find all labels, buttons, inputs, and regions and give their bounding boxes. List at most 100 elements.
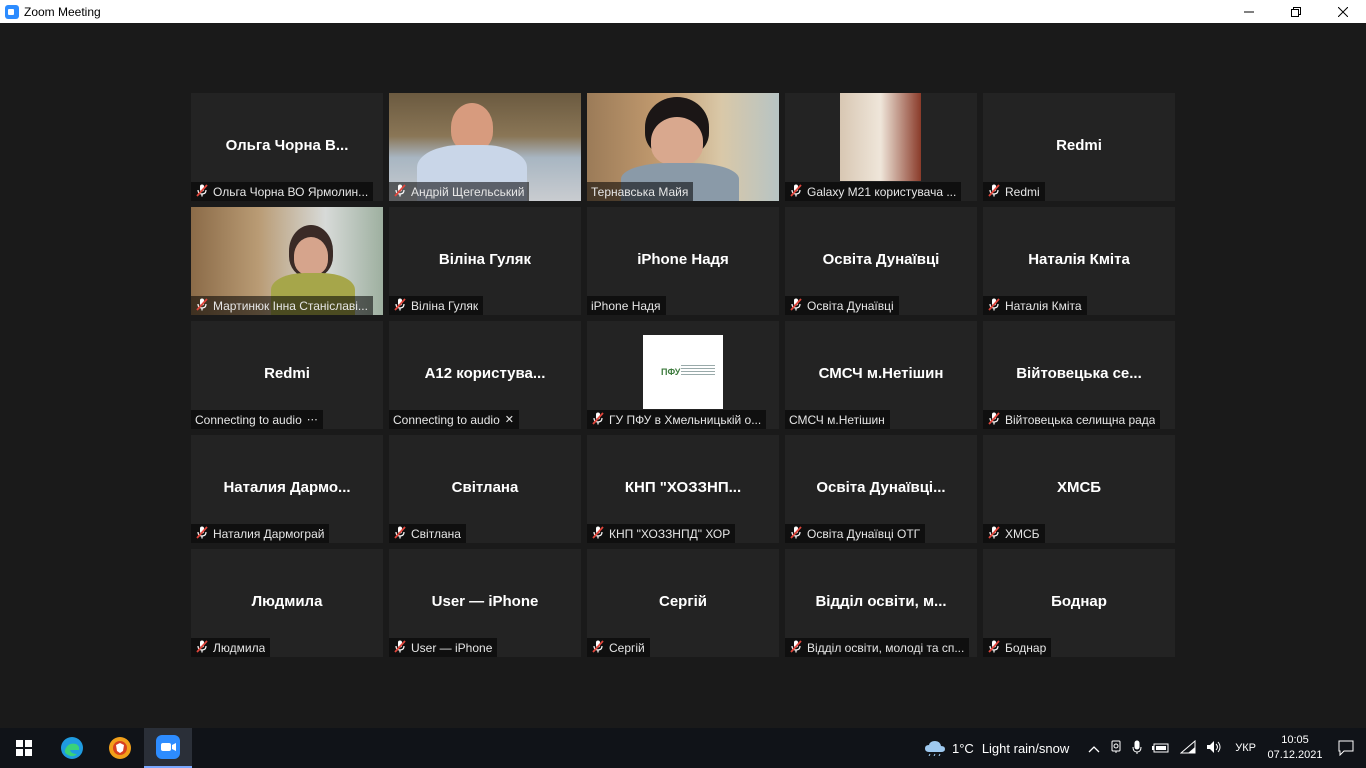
- participant-tile[interactable]: Людмила Людмила: [191, 549, 383, 657]
- muted-mic-icon: [987, 297, 1005, 314]
- muted-mic-icon: [195, 639, 213, 656]
- minimize-button[interactable]: [1225, 0, 1272, 23]
- participant-label: Віліна Гуляк: [389, 296, 484, 315]
- participant-label-text: Galaxy M21 користувача ...: [807, 184, 957, 199]
- participant-label: КНП "ХОЗЗНПД" ХОР: [587, 524, 736, 543]
- participant-label: Війтовецька селищна рада: [983, 410, 1161, 429]
- browser-taskbar-button[interactable]: [96, 728, 144, 768]
- muted-mic-icon: [591, 525, 609, 542]
- participant-label: ХМСБ: [983, 524, 1045, 543]
- connection-failed-icon: ✕: [504, 414, 514, 426]
- participant-label-text: Connecting to audio: [195, 412, 302, 427]
- battery-icon[interactable]: [1152, 741, 1170, 756]
- muted-mic-icon: [987, 639, 1005, 656]
- participant-tile[interactable]: Сергій Сергій: [587, 549, 779, 657]
- participant-tile[interactable]: Світлана Світлана: [389, 435, 581, 543]
- muted-mic-icon: [591, 639, 609, 656]
- muted-mic-icon: [393, 297, 411, 314]
- participant-label-text: Віліна Гуляк: [411, 298, 479, 313]
- clock[interactable]: 10:05 07.12.2021: [1264, 733, 1326, 763]
- muted-mic-icon: [195, 297, 213, 314]
- participant-label-text: Андрій Щегельський: [411, 184, 525, 199]
- participant-label-text: Сергій: [609, 640, 645, 655]
- participant-tile[interactable]: ХМСБ ХМСБ: [983, 435, 1175, 543]
- muted-mic-icon: [195, 183, 213, 200]
- participant-tile[interactable]: Відділ освіти, м... Відділ освіти, молод…: [785, 549, 977, 657]
- edge-browser-icon: [61, 737, 83, 759]
- shield-browser-icon: [109, 737, 131, 759]
- system-tray: 1°C Light rain/snow УКР 10:05 07.12.2021: [924, 728, 1366, 768]
- connecting-icon: ⋯: [306, 414, 318, 426]
- participant-name: Освіта Дунаївці: [822, 251, 940, 268]
- participant-tile[interactable]: КНП "ХОЗЗНП... КНП "ХОЗЗНПД" ХОР: [587, 435, 779, 543]
- restore-button[interactable]: [1272, 0, 1319, 23]
- weather-widget[interactable]: 1°C Light rain/snow: [924, 740, 1069, 756]
- window-controls: [1225, 0, 1366, 23]
- participant-label-text: Connecting to audio: [393, 412, 500, 427]
- zoom-taskbar-button[interactable]: [144, 728, 192, 768]
- participant-label-text: ХМСБ: [1005, 526, 1040, 541]
- participant-tile[interactable]: Віліна Гуляк Віліна Гуляк: [389, 207, 581, 315]
- participant-label-text: iPhone Надя: [591, 298, 661, 313]
- participant-tile[interactable]: Боднар Боднар: [983, 549, 1175, 657]
- participant-tile[interactable]: А12 користува... Connecting to audio ✕: [389, 321, 581, 429]
- muted-mic-icon: [591, 411, 609, 428]
- participant-label: Освіта Дунаївці ОТГ: [785, 524, 926, 543]
- close-button[interactable]: [1319, 0, 1366, 23]
- notifications-button[interactable]: [1326, 740, 1366, 756]
- participant-tile[interactable]: User — iPhone User — iPhone: [389, 549, 581, 657]
- muted-mic-icon: [987, 525, 1005, 542]
- participant-label-text: Наталія Кміта: [1005, 298, 1082, 313]
- participant-label: Тернавська Майя: [587, 182, 694, 201]
- participant-name: iPhone Надя: [637, 251, 729, 268]
- participant-label: Боднар: [983, 638, 1052, 657]
- microphone-icon[interactable]: [1132, 740, 1142, 757]
- minimize-icon: [1243, 11, 1254, 12]
- participant-tile[interactable]: Війтовецька се... Війтовецька селищна ра…: [983, 321, 1175, 429]
- muted-mic-icon: [987, 183, 1005, 200]
- participant-label: Connecting to audio ⋯: [191, 410, 323, 429]
- participant-tile[interactable]: Redmi Connecting to audio ⋯: [191, 321, 383, 429]
- active-speaker-tile[interactable]: Тернавська Майя: [587, 93, 779, 201]
- language-indicator[interactable]: УКР: [1235, 742, 1256, 754]
- participant-name: Війтовецька се...: [1016, 365, 1142, 382]
- tray-icons: [1083, 739, 1227, 757]
- participant-tile[interactable]: ПФУ ГУ ПФУ в Хмельницькій о...: [587, 321, 779, 429]
- restore-icon: [1290, 6, 1301, 17]
- participant-name: Боднар: [1051, 593, 1107, 610]
- wifi-icon[interactable]: [1179, 739, 1196, 757]
- logo-caption-lines: [681, 365, 715, 377]
- participant-tile[interactable]: Мартинюк Інна Станіславі...: [191, 207, 383, 315]
- participant-name: КНП "ХОЗЗНП...: [624, 479, 742, 496]
- participant-tile[interactable]: Наталия Дармо... Наталия Дармограй: [191, 435, 383, 543]
- participant-video: [840, 93, 921, 181]
- chevron-up-icon[interactable]: [1088, 741, 1100, 756]
- participant-tile[interactable]: Андрій Щегельський: [389, 93, 581, 201]
- participant-tile[interactable]: Redmi Redmi: [983, 93, 1175, 201]
- volume-icon[interactable]: [1206, 740, 1222, 757]
- participant-tile[interactable]: Освіта Дунаївці Освіта Дунаївці: [785, 207, 977, 315]
- muted-mic-icon: [789, 525, 807, 542]
- muted-mic-icon: [789, 297, 807, 314]
- meeting-area: Ольга Чорна В... Ольга Чорна ВО Ярмолин.…: [0, 23, 1366, 728]
- muted-mic-icon: [789, 639, 807, 656]
- participant-name: Наталія Кміта: [1028, 251, 1130, 268]
- muted-mic-icon: [195, 525, 213, 542]
- participant-name: ХМСБ: [1056, 479, 1102, 496]
- weather-description: Light rain/snow: [981, 740, 1070, 756]
- participant-tile[interactable]: Galaxy M21 користувача ...: [785, 93, 977, 201]
- participant-tile[interactable]: iPhone Надя iPhone Надя: [587, 207, 779, 315]
- participant-name: User — iPhone: [431, 593, 539, 610]
- participant-label: СМСЧ м.Нетішин: [785, 410, 890, 429]
- device-icon[interactable]: [1110, 740, 1122, 757]
- edge-taskbar-button[interactable]: [48, 728, 96, 768]
- participant-label: Наталия Дармограй: [191, 524, 330, 543]
- windows-logo-icon: [16, 740, 32, 756]
- participant-tile[interactable]: СМСЧ м.Нетішин СМСЧ м.Нетішин: [785, 321, 977, 429]
- participant-tile[interactable]: Наталія Кміта Наталія Кміта: [983, 207, 1175, 315]
- participant-tile[interactable]: Освіта Дунаївці... Освіта Дунаївці ОТГ: [785, 435, 977, 543]
- participant-label-text: Боднар: [1005, 640, 1047, 655]
- start-button[interactable]: [0, 728, 48, 768]
- participant-label: Redmi: [983, 182, 1045, 201]
- participant-tile[interactable]: Ольга Чорна В... Ольга Чорна ВО Ярмолин.…: [191, 93, 383, 201]
